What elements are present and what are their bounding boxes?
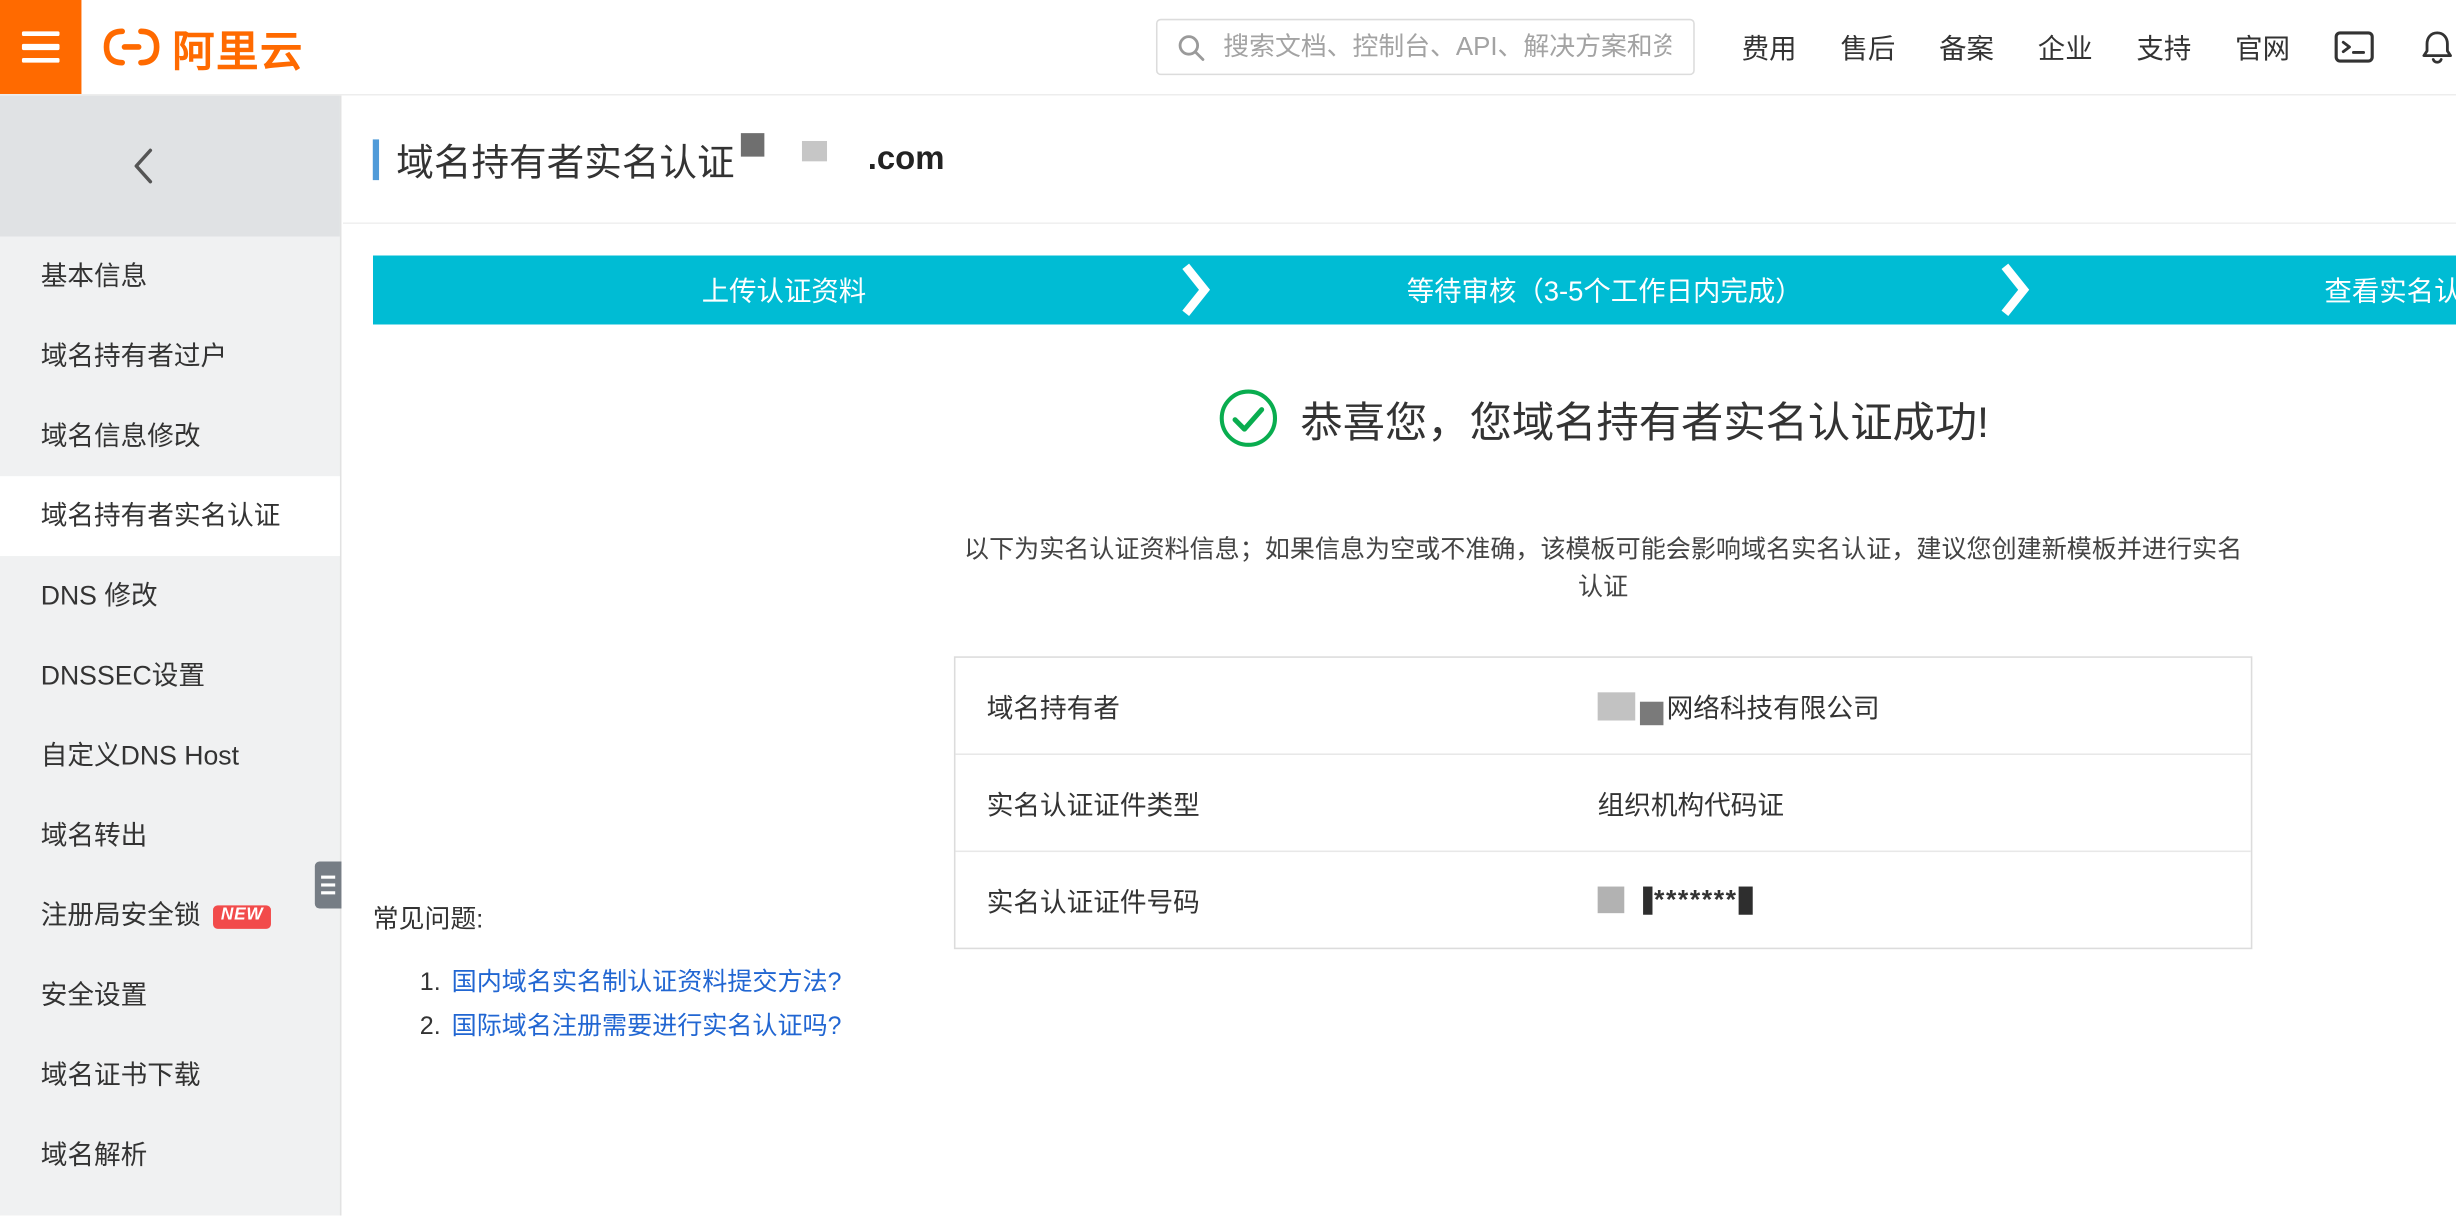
row-label: 实名认证证件类型: [955, 783, 1597, 822]
notice-text: 以下为实名认证资料信息；如果信息为空或不准确，该模板可能会影响域名实名认证，建议…: [954, 528, 2252, 603]
sidebar-nav: 基本信息 域名持有者过户 域名信息修改 域名持有者实名认证 DNS 修改 DNS…: [0, 237, 340, 1196]
faq-link-domestic-realname[interactable]: 国内域名实名制认证资料提交方法?: [452, 970, 842, 997]
chevron-left-icon: [132, 146, 154, 187]
table-row-cert-number: 实名认证证件号码 *******: [955, 851, 2250, 948]
step-upload-materials: 上传认证资料: [373, 255, 1195, 324]
nav-link-icp-filing[interactable]: 备案: [1939, 27, 1994, 66]
faq-list: 1. 国内域名实名制认证资料提交方法? 2. 国际域名注册需要进行实名认证吗?: [373, 962, 842, 1050]
redaction-block-dark: [1640, 702, 1663, 725]
global-search-box[interactable]: [1156, 19, 1695, 75]
sidebar-item-info-modify[interactable]: 域名信息修改: [0, 396, 340, 476]
redaction-block-light: [802, 141, 827, 161]
step-arrow-icon: [2000, 255, 2031, 324]
sidebar-item-custom-dns-host[interactable]: 自定义DNS Host: [0, 716, 340, 796]
sidebar-item-registry-lock[interactable]: 注册局安全锁NEW: [0, 876, 340, 956]
progress-steps-bar: 上传认证资料 等待审核（3-5个工作日内完成） 查看实名认证信息: [373, 255, 2456, 324]
page-header: 域名持有者实名认证 .com: [343, 96, 2456, 224]
new-badge: NEW: [213, 905, 271, 928]
sidebar-drag-handle[interactable]: [315, 861, 342, 908]
success-message: 恭喜您，您域名持有者实名认证成功!: [1300, 388, 1988, 449]
sidebar: 基本信息 域名持有者过户 域名信息修改 域名持有者实名认证 DNS 修改 DNS…: [0, 96, 341, 1216]
sidebar-collapse-button[interactable]: [0, 96, 340, 237]
step-view-result: 查看实名认证信息: [2014, 255, 2456, 324]
title-accent-bar: [373, 139, 379, 180]
faq-item: 2. 国际域名注册需要进行实名认证吗?: [373, 1006, 842, 1050]
sidebar-item-basic-info[interactable]: 基本信息: [0, 237, 340, 317]
sidebar-item-domain-transfer-out[interactable]: 域名转出: [0, 796, 340, 876]
faq-section: 常见问题: 1. 国内域名实名制认证资料提交方法? 2. 国际域名注册需要进行实名认…: [373, 898, 842, 1050]
step-wait-review: 等待审核（3-5个工作日内完成）: [1195, 255, 2014, 324]
redaction-bar: [1643, 886, 1652, 914]
faq-title: 常见问题:: [373, 898, 842, 936]
topbar: 阿里云 费用 售后 备案 企业 支持 官网: [0, 0, 2456, 96]
screen: 阿里云 费用 售后 备案 企业 支持 官网: [0, 0, 2456, 1216]
aliyun-logo[interactable]: 阿里云: [100, 0, 304, 94]
faq-item-number: 2.: [420, 1013, 441, 1040]
row-value: *******: [1598, 884, 1754, 915]
main-content: 域名持有者实名认证 .com 上传认证资料 等待审核（3-5个工作日内完成） 查…: [343, 96, 2456, 1216]
search-icon: [1176, 32, 1206, 62]
page-title: 域名持有者实名认证: [396, 132, 734, 187]
viewport: 阿里云 费用 售后 备案 企业 支持 官网: [0, 0, 2456, 1215]
faq-item: 1. 国内域名实名制认证资料提交方法?: [373, 962, 842, 1006]
redaction-block-dark: [741, 133, 764, 156]
redaction-block-light: [1598, 692, 1636, 720]
row-label: 实名认证证件号码: [955, 880, 1597, 919]
hamburger-menu-button[interactable]: [0, 0, 81, 94]
nav-link-enterprise[interactable]: 企业: [2038, 27, 2093, 66]
domain-suffix: .com: [868, 140, 945, 178]
redaction-bar: [1739, 886, 1753, 914]
masked-number: *******: [1654, 884, 1738, 915]
nav-link-support[interactable]: 支持: [2136, 27, 2191, 66]
sidebar-item-dns-resolution[interactable]: 域名解析: [0, 1115, 340, 1195]
sidebar-item-dns-modify[interactable]: DNS 修改: [0, 556, 340, 636]
search-input[interactable]: [1220, 31, 1674, 64]
faq-link-international-realname[interactable]: 国际域名注册需要进行实名认证吗?: [452, 1013, 842, 1040]
sidebar-item-certificate-download[interactable]: 域名证书下载: [0, 1035, 340, 1115]
nav-link-support-after-sale[interactable]: 售后: [1840, 27, 1895, 66]
faq-item-number: 1.: [420, 970, 441, 997]
terminal-icon[interactable]: [2334, 30, 2375, 64]
nav-link-official-site[interactable]: 官网: [2235, 27, 2290, 66]
sidebar-item-holder-transfer[interactable]: 域名持有者过户: [0, 316, 340, 396]
step-arrow-icon: [1181, 255, 1212, 324]
success-banner: 恭喜您，您域名持有者实名认证成功!: [954, 387, 2252, 450]
table-row-holder: 域名持有者 网络科技有限公司: [955, 658, 2250, 754]
redaction-block-gray: [1598, 887, 1625, 914]
sidebar-item-security-settings[interactable]: 安全设置: [0, 955, 340, 1035]
table-row-cert-type: 实名认证证件类型 组织机构代码证: [955, 753, 2250, 850]
bell-icon[interactable]: [2418, 27, 2456, 66]
success-check-icon: [1217, 387, 1280, 450]
nav-link-billing[interactable]: 费用: [1742, 27, 1797, 66]
verification-info-table: 域名持有者 网络科技有限公司 实名认证证件类型 组织机构代码证 实名认证证件号码: [954, 656, 2252, 949]
aliyun-logo-text: 阿里云: [172, 16, 304, 77]
topbar-nav: 费用 售后 备案 企业 支持 官网: [1742, 0, 2456, 94]
sidebar-item-dnssec[interactable]: DNSSEC设置: [0, 636, 340, 716]
row-value: 组织机构代码证: [1598, 783, 1784, 822]
row-value: 网络科技有限公司: [1598, 686, 1880, 725]
row-label: 域名持有者: [955, 686, 1597, 725]
sidebar-item-realname-verification[interactable]: 域名持有者实名认证: [0, 476, 340, 556]
aliyun-logo-icon: [100, 25, 163, 69]
